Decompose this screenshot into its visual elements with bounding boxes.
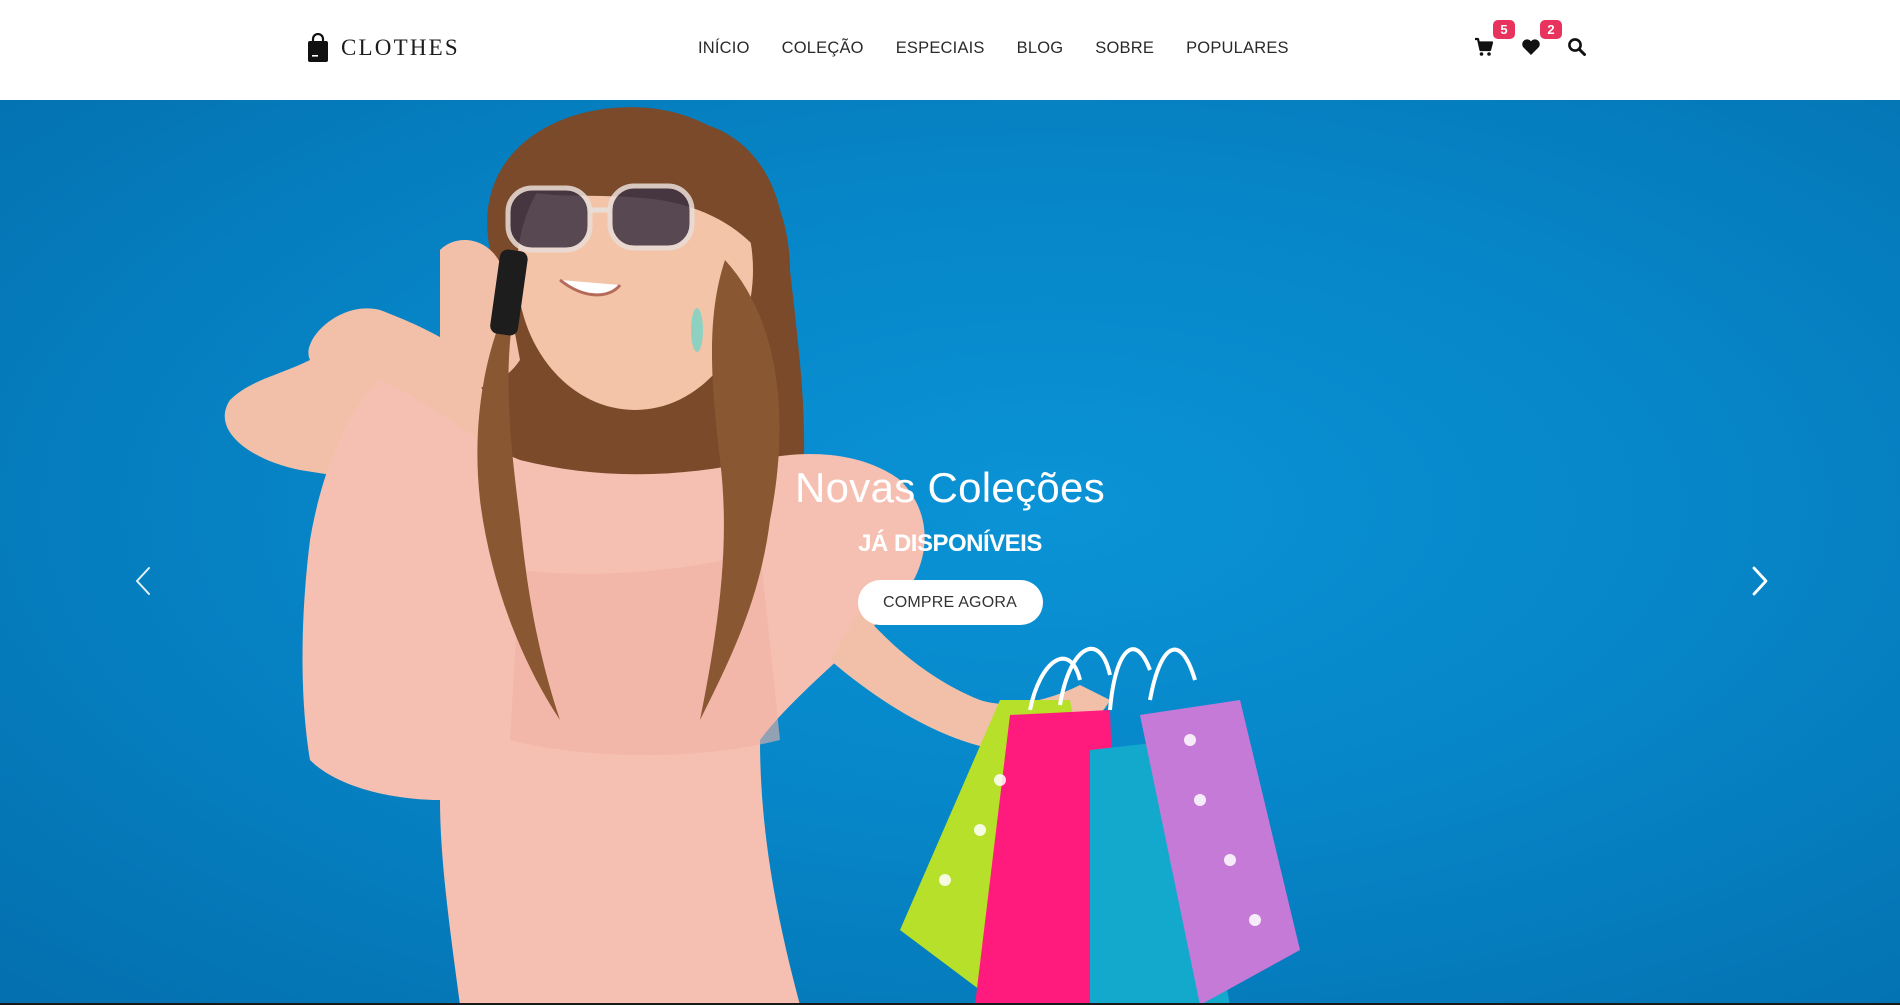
shop-now-button[interactable]: COMPRE AGORA	[857, 580, 1043, 625]
cart-button[interactable]: 5	[1474, 20, 1515, 56]
brand-name: CLOTHES	[341, 35, 460, 60]
hero-content: Novas Coleções JÁ DISPONÍVEIS COMPRE AGO…	[0, 464, 1900, 625]
nav-item-populares[interactable]: POPULARES	[1186, 39, 1289, 58]
nav-item-sobre[interactable]: SOBRE	[1095, 39, 1154, 58]
slider-next-button[interactable]	[1742, 556, 1778, 606]
brand-logo[interactable]: CLOTHES	[307, 32, 460, 64]
wishlist-button[interactable]: 2	[1521, 20, 1562, 56]
nav-item-blog[interactable]: BLOG	[1017, 39, 1064, 58]
nav-item-inicio[interactable]: INÍCIO	[698, 39, 750, 58]
shopping-bag-icon	[308, 33, 328, 62]
cart-count-badge: 5	[1493, 20, 1515, 39]
search-icon	[1568, 38, 1586, 56]
slider-prev-button[interactable]	[125, 556, 161, 606]
hero-slider: Novas Coleções JÁ DISPONÍVEIS COMPRE AGO…	[0, 100, 1900, 1005]
site-header: CLOTHES INÍCIO COLEÇÃO ESPECIAIS BLOG SO…	[0, 0, 1900, 100]
heart-icon	[1522, 39, 1540, 55]
nav-item-especiais[interactable]: ESPECIAIS	[896, 39, 985, 58]
nav-item-colecao[interactable]: COLEÇÃO	[782, 39, 864, 58]
main-nav: INÍCIO COLEÇÃO ESPECIAIS BLOG SOBRE POPU…	[698, 36, 1289, 60]
hero-subtitle: JÁ DISPONÍVEIS	[858, 530, 1042, 557]
hero-title: Novas Coleções	[794, 464, 1105, 511]
cart-icon	[1475, 37, 1494, 56]
chevron-right-icon	[1752, 566, 1768, 596]
search-button[interactable]	[1567, 34, 1589, 56]
wishlist-count-badge: 2	[1540, 20, 1562, 39]
chevron-left-icon	[136, 567, 150, 595]
